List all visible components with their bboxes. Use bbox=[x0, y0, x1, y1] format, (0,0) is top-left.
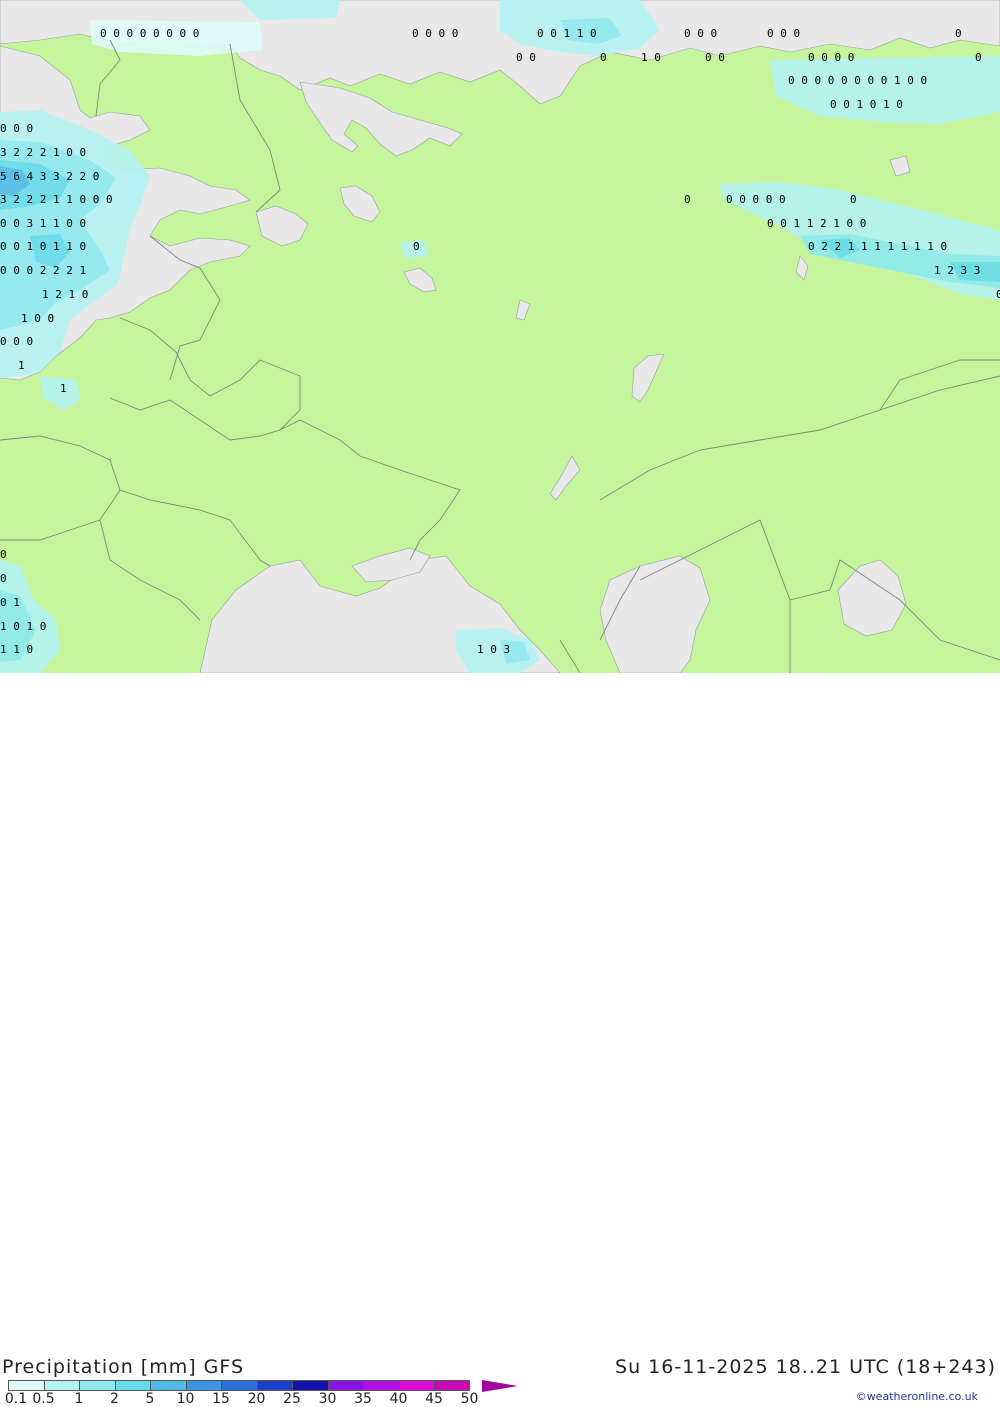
precip-value: 1 1 0 bbox=[0, 643, 33, 656]
precip-value: 0 0 3 1 1 0 0 bbox=[0, 217, 86, 230]
color-scale-label: 30 bbox=[318, 1391, 337, 1407]
color-scale-swatch bbox=[327, 1380, 363, 1391]
precip-value: 3 2 2 2 1 1 0 0 0 bbox=[0, 193, 113, 206]
precip-value: 1 2 1 0 bbox=[42, 288, 88, 301]
precip-value: 1 2 3 3 bbox=[934, 264, 980, 277]
precip-value: 1 bbox=[18, 359, 25, 372]
color-scale-label: 0.5 bbox=[32, 1391, 55, 1407]
precip-value: 3 2 2 2 1 0 0 bbox=[0, 146, 86, 159]
precip-value: 1 bbox=[60, 382, 67, 395]
precip-value: 1 0 bbox=[641, 51, 661, 64]
precip-value: 0 bbox=[600, 51, 607, 64]
precip-value: 0 bbox=[975, 51, 982, 64]
precip-value: 0 0 0 0 bbox=[412, 27, 458, 40]
precip-value: 0 0 0 bbox=[684, 27, 717, 40]
precip-value: 0 2 2 1 1 1 1 1 1 1 0 bbox=[808, 240, 947, 253]
color-scale-swatch bbox=[292, 1380, 328, 1391]
credit-text: ©weatheronline.co.uk bbox=[855, 1390, 978, 1403]
valid-time: Su 16-11-2025 18..21 UTC (18+243) bbox=[615, 1356, 996, 1378]
precip-value: 0 0 0 bbox=[0, 335, 33, 348]
precip-value: 0 bbox=[955, 27, 962, 40]
color-scale-swatch bbox=[79, 1380, 115, 1391]
precip-value: 0 0 bbox=[705, 51, 725, 64]
precip-value: 0 bbox=[413, 240, 420, 253]
color-scale-swatch bbox=[256, 1380, 292, 1391]
color-scale-label: 15 bbox=[212, 1391, 230, 1407]
precip-value: 0 0 1 1 2 1 0 0 bbox=[767, 217, 866, 230]
color-scale-label: 0.1 bbox=[4, 1391, 28, 1407]
footer-bar: Precipitation [mm] GFS Su 16-11-2025 18.… bbox=[0, 673, 1000, 1407]
color-scale-swatch bbox=[221, 1380, 257, 1391]
color-scale-swatch bbox=[363, 1380, 399, 1391]
precip-value: 0 0 0 0 0 0 0 0 1 0 0 bbox=[788, 74, 927, 87]
color-scale-swatch bbox=[398, 1380, 434, 1391]
color-scale-label: 10 bbox=[176, 1391, 195, 1407]
precip-value: 0 0 0 0 0 bbox=[726, 193, 786, 206]
precip-value: 5 6 4 3 3 2 2 0 bbox=[0, 170, 99, 183]
color-scale-label: 25 bbox=[283, 1391, 301, 1407]
precip-value: 1 0 3 bbox=[477, 643, 510, 656]
precip-value: 1 0 0 bbox=[21, 312, 54, 325]
precip-value: 0 bbox=[0, 572, 7, 585]
color-scale-label: 35 bbox=[354, 1391, 372, 1407]
precip-value: 0 0 0 bbox=[0, 122, 33, 135]
precip-value: 0 1 bbox=[0, 596, 20, 609]
color-scale-swatch bbox=[114, 1380, 150, 1391]
precip-value: 0 0 0 0 0 0 0 0 bbox=[100, 27, 199, 40]
color-scale-label: 1 bbox=[74, 1391, 84, 1407]
precip-value: 1 0 1 0 bbox=[0, 620, 46, 633]
color-scale-swatch bbox=[434, 1380, 470, 1391]
precip-value: 0 bbox=[684, 193, 691, 206]
precip-value: 0 0 1 0 1 0 bbox=[830, 98, 903, 111]
precip-value: 0 bbox=[0, 548, 7, 561]
color-scale-labels: 0.1 0.5 1 2 5 10 15 20 25 30 35 40 45 50 bbox=[0, 1391, 520, 1407]
map-canvas: 0 0 0 0 0 0 0 00 0 0 00 0 1 1 00 0 00 0 … bbox=[0, 0, 1000, 673]
map-title: Precipitation [mm] GFS bbox=[2, 1356, 245, 1378]
color-scale-swatch bbox=[185, 1380, 221, 1391]
precipitation-map: 0 0 0 0 0 0 0 00 0 0 00 0 1 1 00 0 00 0 … bbox=[0, 0, 1000, 673]
precip-value: 0 0 0 0 bbox=[808, 51, 854, 64]
color-scale-swatch bbox=[43, 1380, 79, 1391]
color-scale-label: 2 bbox=[110, 1391, 119, 1407]
color-scale-label: 50 bbox=[460, 1391, 479, 1407]
precip-value: 0 bbox=[850, 193, 857, 206]
color-scale-label: 5 bbox=[145, 1391, 155, 1407]
precip-value: 0 0 1 0 1 1 0 bbox=[0, 240, 86, 253]
color-scale-label: 45 bbox=[425, 1391, 443, 1407]
color-scale-label: 40 bbox=[389, 1391, 408, 1407]
precip-value: 0 0 1 1 0 bbox=[537, 27, 597, 40]
precip-value: 0 bbox=[996, 288, 1000, 301]
precip-value: 0 0 0 2 2 2 1 bbox=[0, 264, 86, 277]
precip-value: 0 0 bbox=[516, 51, 536, 64]
color-scale-label: 20 bbox=[247, 1391, 266, 1407]
precip-value: 0 0 0 bbox=[767, 27, 800, 40]
color-scale-swatch bbox=[150, 1380, 186, 1391]
color-scale-swatch bbox=[8, 1380, 44, 1391]
